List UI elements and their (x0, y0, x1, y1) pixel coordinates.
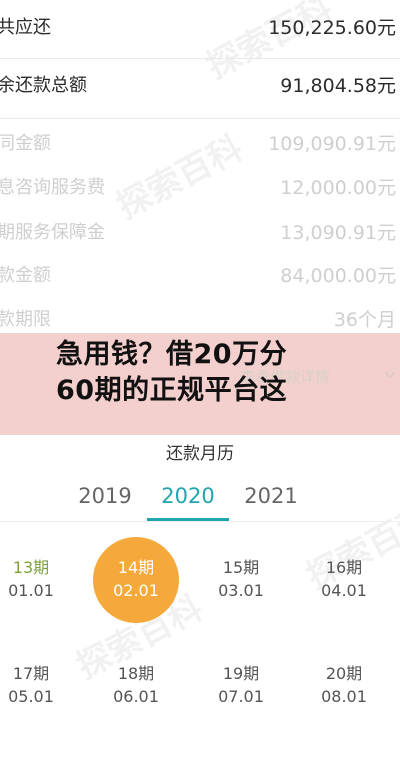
due-date: 06.01 (113, 687, 159, 706)
period-label: 20期 (325, 664, 363, 683)
summary-row-remaining: 余还款总额 91,804.58元 (0, 64, 400, 104)
summary-label: 息咨询服务费 (0, 177, 105, 198)
calendar-cell-18[interactable]: 18期 06.01 (93, 643, 179, 729)
period-label: 19期 (222, 664, 260, 683)
summary-row-total-due: 共应还 150,225.60元 (0, 6, 400, 46)
summary-value: 150,225.60元 (268, 16, 396, 39)
calendar-cell-13[interactable]: 13期 01.01 (0, 537, 74, 623)
promo-banner-text: 急用钱？借20万分 60期的正规平台这 (56, 337, 356, 409)
due-date: 01.01 (8, 581, 54, 600)
summary-row-guarantee-fee: 期服务保障金 13,090.91元 (0, 211, 400, 251)
summary-label: 余还款总额 (0, 75, 87, 96)
year-tab-2021[interactable]: 2021 (221, 484, 321, 508)
summary-label: 共应还 (0, 17, 51, 38)
period-label: 13期 (12, 558, 50, 577)
period-label: 14期 (117, 558, 155, 577)
year-tabs-divider (0, 521, 400, 522)
summary-value: 84,000.00元 (280, 264, 396, 287)
period-label: 15期 (222, 558, 260, 577)
summary-value: 109,090.91元 (268, 132, 396, 155)
promo-banner-line: 60期的正规平台这 (56, 375, 288, 406)
divider (0, 58, 400, 59)
year-tab-indicator (147, 518, 229, 521)
calendar-cell-20[interactable]: 20期 08.01 (301, 643, 387, 729)
period-label: 16期 (325, 558, 363, 577)
summary-row-loan-term: 款期限 36个月 (0, 298, 400, 338)
calendar-title: 还款月历 (166, 444, 234, 464)
calendar-cell-15[interactable]: 15期 03.01 (198, 537, 284, 623)
period-label: 18期 (117, 664, 155, 683)
summary-row-consulting-fee: 息咨询服务费 12,000.00元 (0, 166, 400, 206)
summary-value: 13,090.91元 (280, 221, 396, 244)
summary-label: 款期限 (0, 309, 51, 330)
due-date: 03.01 (218, 581, 264, 600)
due-date: 02.01 (113, 581, 159, 600)
due-date: 07.01 (218, 687, 264, 706)
summary-row-loan-amount: 款金额 84,000.00元 (0, 254, 400, 294)
due-date: 05.01 (8, 687, 54, 706)
calendar-cell-16[interactable]: 16期 04.01 (301, 537, 387, 623)
promo-banner-line: 急用钱？借20万分 (56, 339, 288, 370)
summary-value: 36个月 (333, 308, 396, 331)
summary-value: 12,000.00元 (280, 176, 396, 199)
summary-row-contract-amount: 同金额 109,090.91元 (0, 122, 400, 162)
summary-label: 期服务保障金 (0, 222, 105, 243)
due-date: 04.01 (321, 581, 367, 600)
summary-value: 91,804.58元 (280, 74, 396, 97)
summary-label: 款金额 (0, 265, 51, 286)
period-label: 17期 (12, 664, 50, 683)
calendar-cell-19[interactable]: 19期 07.01 (198, 643, 284, 729)
divider (0, 118, 400, 119)
calendar-cell-17[interactable]: 17期 05.01 (0, 643, 74, 729)
chevron-down-icon[interactable] (383, 368, 397, 382)
calendar-cell-14[interactable]: 14期 02.01 (93, 537, 179, 623)
due-date: 08.01 (321, 687, 367, 706)
summary-label: 同金额 (0, 133, 51, 154)
